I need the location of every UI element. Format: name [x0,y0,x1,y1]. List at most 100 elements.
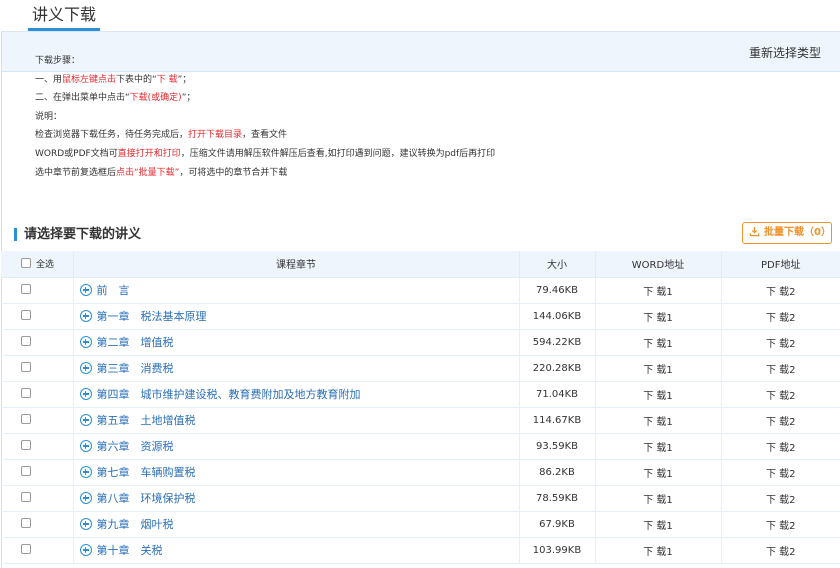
table-row: 第六章 资源税 93.59KB 下 载1 下 载2 [1,433,840,460]
tab-handout-download[interactable]: 讲义下载 [28,4,100,31]
instruction-text: ，查看文件 [242,130,288,141]
size-cell: 93.59KB [519,433,596,460]
word-download-link[interactable]: 下 载1 [643,521,673,532]
pdf-download-link[interactable]: 下 载2 [766,417,796,428]
word-download-cell: 下 载1 [595,459,722,486]
row-checkbox[interactable] [21,466,31,476]
row-checkbox[interactable] [21,362,31,372]
instruction-text: ，压缩文件请用解压软件解压后查看,如打印遇到问题，建议转换为pdf后再打印 [180,148,496,159]
pdf-download-cell: 下 载2 [721,329,840,356]
row-checkbox[interactable] [21,518,31,528]
word-download-link[interactable]: 下 载1 [643,339,673,350]
row-checkbox[interactable] [21,414,31,424]
size-cell: 67.9KB [519,511,596,538]
word-download-link[interactable]: 下 载1 [643,443,673,454]
pdf-download-cell: 下 载2 [721,485,840,512]
expand-plus-icon[interactable] [79,310,92,322]
pdf-download-link[interactable]: 下 载2 [766,365,796,376]
chapter-title[interactable]: 第六章 资源税 [97,440,174,453]
instruction-highlight: 下载(或确定) [129,93,182,104]
row-checkbox[interactable] [21,440,31,450]
table-header-row: 全选 课程章节 大小 WORD地址 PDF地址 [1,251,840,278]
word-download-link[interactable]: 下 载1 [643,287,673,298]
instruction-line: 检查浏览器下载任务，待任务完成后，打开下载目录，查看文件 [35,126,495,145]
table-row: 第八章 环境保护税 78.59KB 下 载1 下 载2 [1,485,840,512]
chapter-title[interactable]: 第十章 关税 [97,544,163,557]
chapter-title[interactable]: 第三章 消费税 [97,362,174,375]
instruction-text: ，可将选中的章节合并下载 [179,167,288,178]
chapter-column-header: 课程章节 [73,251,520,278]
select-all-label: 全选 [36,260,55,271]
pdf-download-link[interactable]: 下 载2 [766,313,796,324]
expand-plus-icon[interactable] [79,284,92,296]
select-all-checkbox[interactable] [21,258,31,269]
size-cell: 86.2KB [519,459,596,486]
expand-plus-icon[interactable] [79,414,92,426]
row-checkbox[interactable] [21,492,31,502]
row-checkbox[interactable] [21,336,31,346]
chapter-title[interactable]: 第一章 税法基本原理 [97,310,207,323]
pdf-download-cell: 下 载2 [721,459,840,486]
expand-plus-icon[interactable] [79,466,92,478]
row-checkbox[interactable] [21,310,31,320]
instruction-text: 下表中的“ [116,74,157,85]
expand-plus-icon[interactable] [79,544,92,556]
pdf-download-link[interactable]: 下 载2 [766,521,796,532]
word-download-link[interactable]: 下 载1 [643,417,673,428]
expand-plus-icon[interactable] [79,492,92,504]
pdf-download-link[interactable]: 下 载2 [766,495,796,506]
pdf-download-link[interactable]: 下 载2 [766,287,796,298]
expand-plus-icon[interactable] [79,440,92,452]
section-title: 请选择要下载的讲义 [24,227,142,242]
expand-plus-icon[interactable] [79,362,92,374]
word-download-link[interactable]: 下 载1 [643,313,673,324]
instruction-highlight: 点击“批量下载” [116,167,180,178]
chapter-title[interactable]: 第七章 车辆购置税 [97,466,196,479]
size-cell: 594.22KB [519,329,596,356]
pdf-download-cell: 下 载2 [721,277,840,304]
table-row: 第二章 增值税 594.22KB 下 载1 下 载2 [1,329,840,356]
size-cell: 103.99KB [519,537,596,564]
instruction-highlight: 鼠标左键点击 [62,74,117,85]
row-select-cell [1,355,74,382]
instruction-text: ”； [177,74,192,85]
chapter-cell: 第五章 土地增值税 [73,407,520,434]
expand-plus-icon[interactable] [79,388,92,400]
pdf-download-link[interactable]: 下 载2 [766,547,796,558]
pdf-download-cell: 下 载2 [721,381,840,408]
expand-plus-icon[interactable] [79,336,92,348]
chapter-title[interactable]: 第五章 土地增值税 [97,414,196,427]
pdf-download-link[interactable]: 下 载2 [766,391,796,402]
expand-plus-icon[interactable] [79,518,92,530]
row-checkbox[interactable] [21,284,31,294]
instruction-text: 说明： [35,111,63,122]
instruction-highlight: 直接打开和打印 [117,148,181,159]
row-checkbox[interactable] [21,544,31,554]
chapter-title[interactable]: 第四章 城市维护建设税、教育费附加及地方教育附加 [97,388,361,401]
row-checkbox[interactable] [21,388,31,398]
pdf-download-link[interactable]: 下 载2 [766,339,796,350]
pdf-download-link[interactable]: 下 载2 [766,443,796,454]
word-download-cell: 下 载1 [595,277,722,304]
reselect-type-link[interactable]: 重新选择类型 [749,44,821,61]
chapter-title[interactable]: 第九章 烟叶税 [97,518,174,531]
word-download-link[interactable]: 下 载1 [643,391,673,402]
table-row: 第九章 烟叶税 67.9KB 下 载1 下 载2 [1,511,840,538]
pdf-column-header: PDF地址 [721,251,840,278]
chapter-title[interactable]: 第八章 环境保护税 [97,492,196,505]
pdf-download-link[interactable]: 下 载2 [766,469,796,480]
chapter-cell: 第三章 消费税 [73,355,520,382]
word-download-cell: 下 载1 [595,485,722,512]
batch-download-button[interactable]: 批量下载（0） [742,222,832,244]
chapter-title[interactable]: 前 言 [97,284,130,297]
chapter-title[interactable]: 第二章 增值税 [97,336,174,349]
instruction-text: ”； [181,93,196,104]
word-download-link[interactable]: 下 载1 [643,547,673,558]
pdf-download-cell: 下 载2 [721,407,840,434]
word-download-link[interactable]: 下 载1 [643,469,673,480]
batch-download-label: 批量下载（0） [764,227,831,238]
word-download-link[interactable]: 下 载1 [643,365,673,376]
section-header: 请选择要下载的讲义 批量下载（0） [14,222,834,245]
word-download-link[interactable]: 下 载1 [643,495,673,506]
size-cell: 79.46KB [519,277,596,304]
